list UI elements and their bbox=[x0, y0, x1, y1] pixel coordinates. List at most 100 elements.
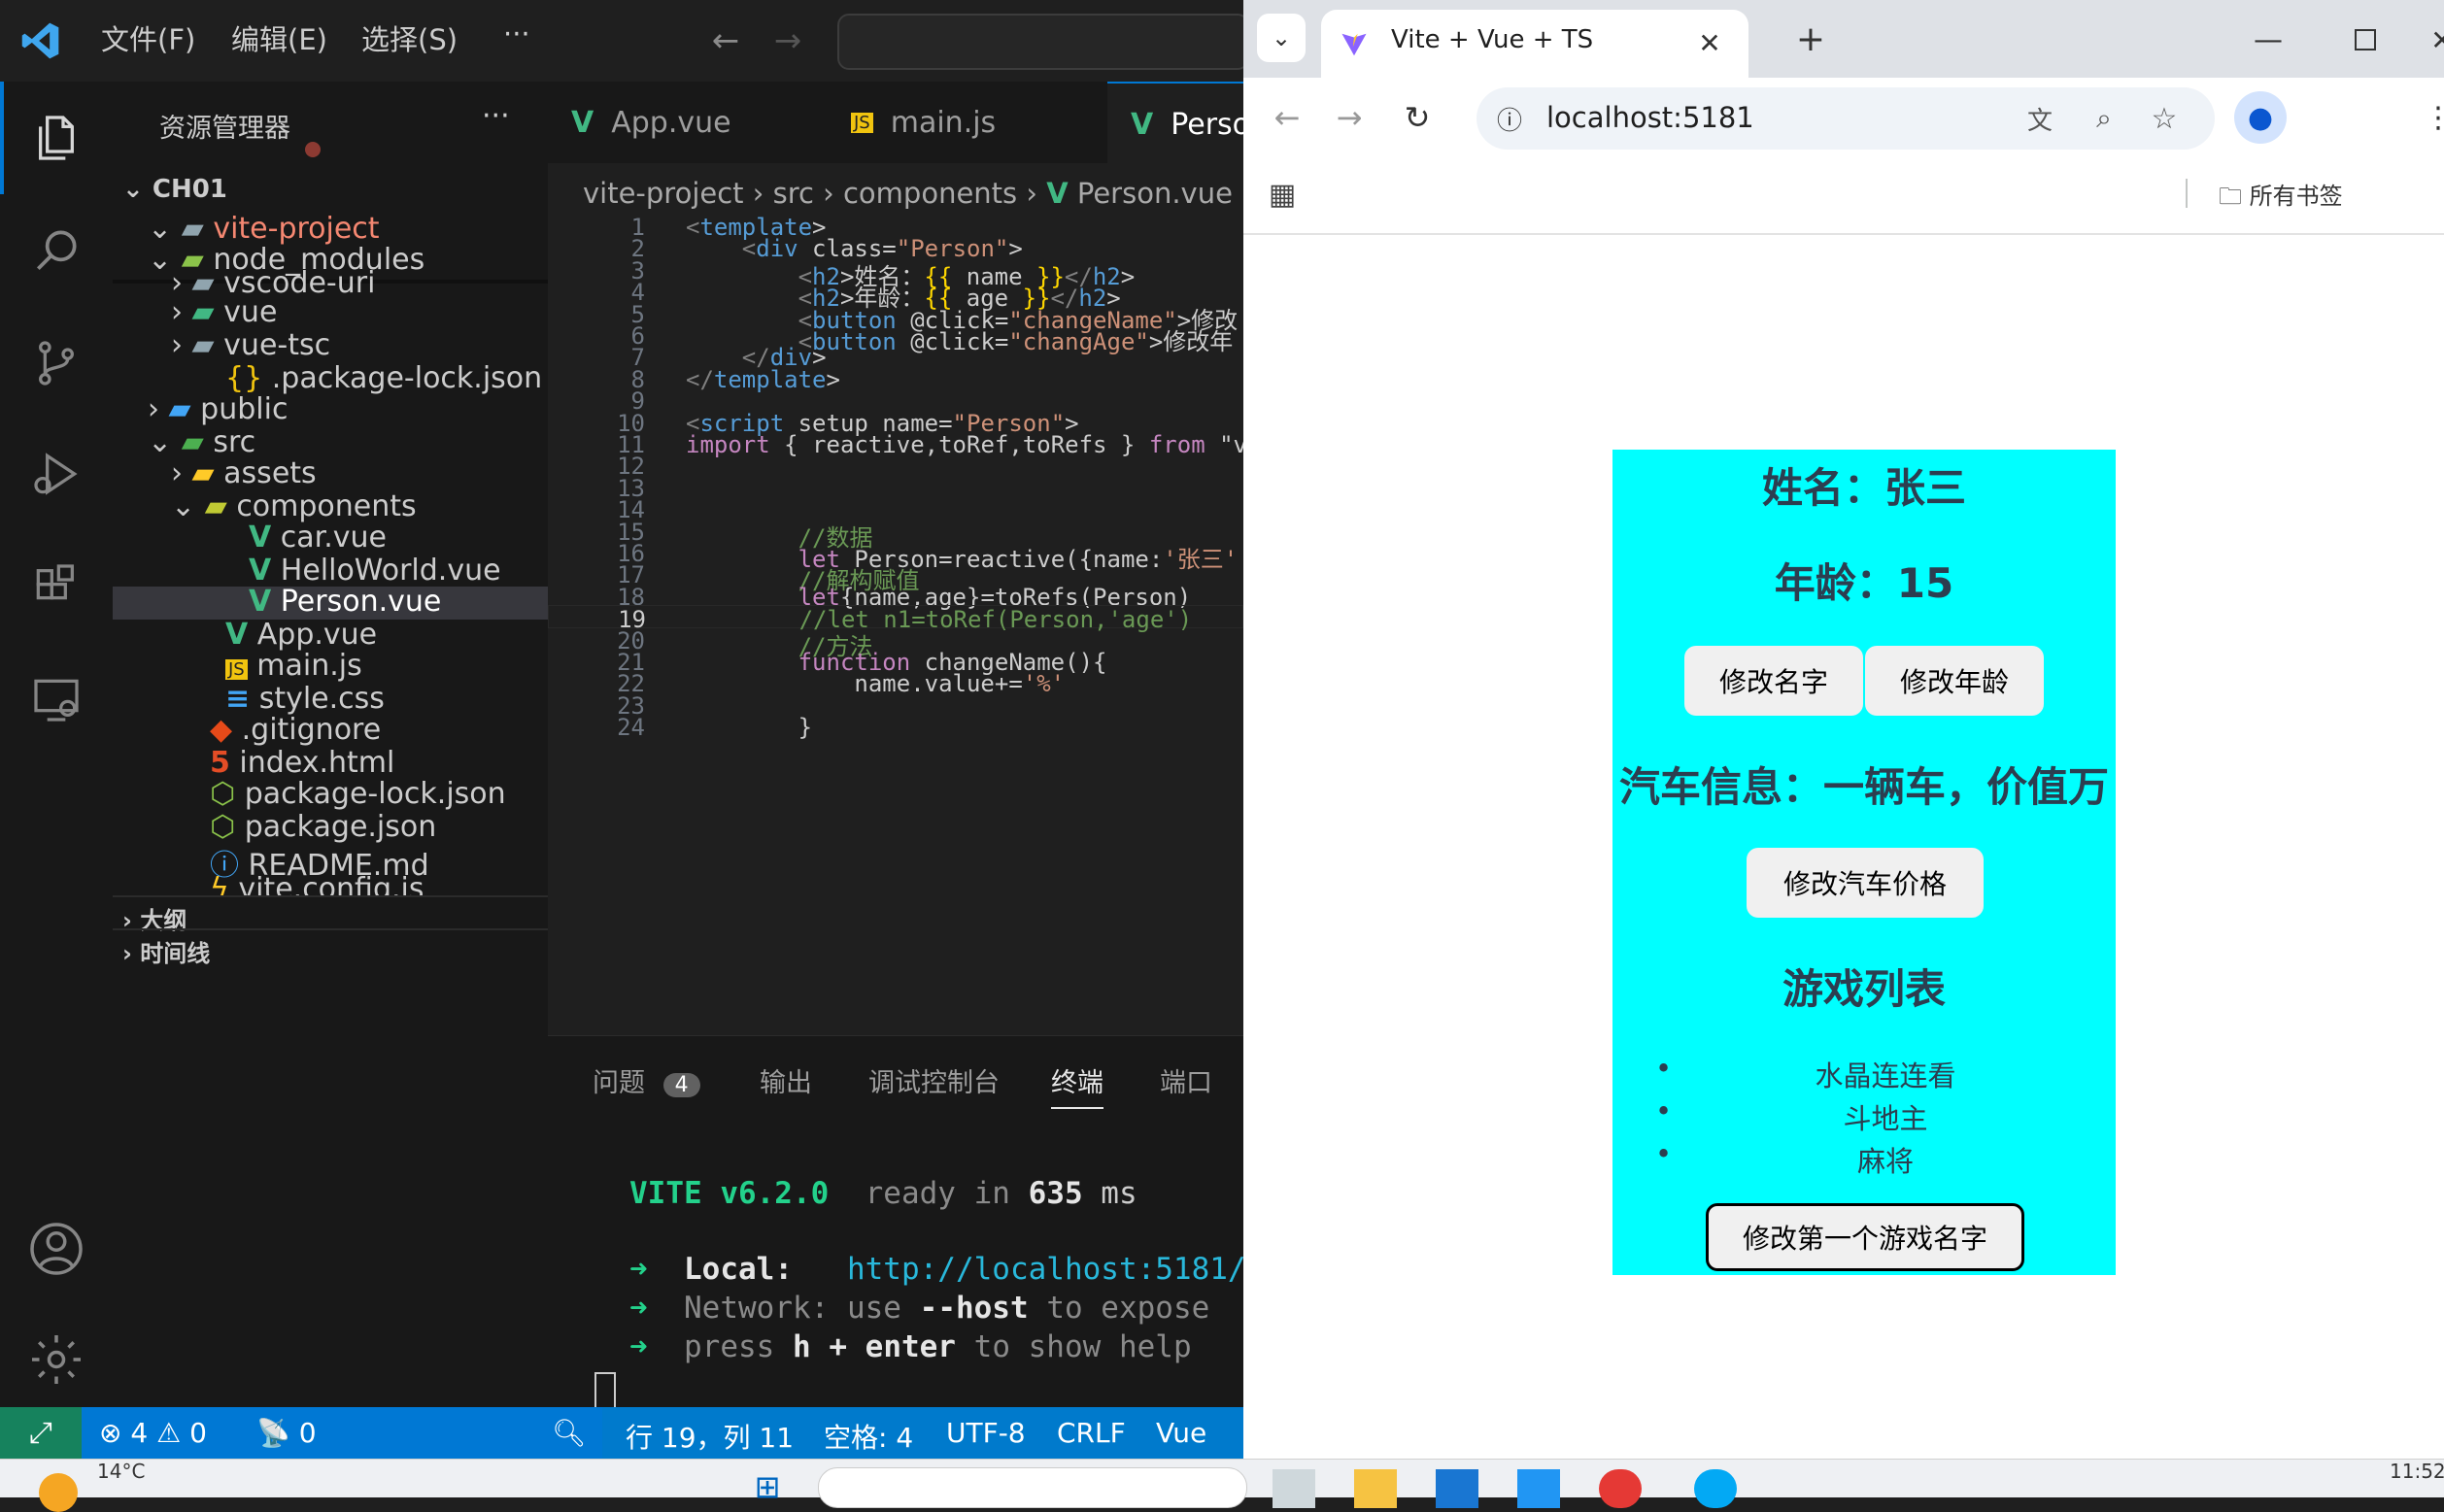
search-icon[interactable] bbox=[19, 214, 93, 287]
problems-status[interactable]: ⊗ 4 ⚠ 0 bbox=[99, 1417, 207, 1449]
tab-main-js[interactable]: JS main.js bbox=[851, 82, 996, 163]
tree-item-vue-folder[interactable]: › ▰ vue bbox=[171, 295, 277, 329]
code-line[interactable]: 5 <button @click="changeName">修改 bbox=[548, 301, 1243, 334]
code-line[interactable]: 9 bbox=[548, 387, 1243, 415]
profile-avatar-icon[interactable]: ● bbox=[2234, 91, 2287, 144]
weather-temp[interactable]: 14°C bbox=[97, 1460, 145, 1483]
workspace-root[interactable]: ⌄ CH01 bbox=[122, 175, 227, 204]
translate-icon[interactable]: 文 bbox=[2020, 99, 2059, 138]
language-mode[interactable]: Vue bbox=[1156, 1417, 1206, 1449]
breadcrumb-item[interactable]: src bbox=[773, 177, 814, 210]
code-line[interactable]: 24 } bbox=[548, 714, 1243, 741]
panel-tab-ports[interactable]: 端口 bbox=[1160, 1061, 1212, 1099]
tree-item-person-vue[interactable]: V Person.vue bbox=[249, 585, 441, 619]
close-tab-icon[interactable]: ✕ bbox=[1690, 23, 1729, 62]
tree-item-helloworld-vue[interactable]: V HelloWorld.vue bbox=[249, 554, 501, 588]
address-bar[interactable]: ⓘ localhost:5181 文 ⌕ ☆ bbox=[1477, 87, 2215, 150]
tree-item-package-json[interactable]: ⬡ package.json bbox=[210, 810, 436, 844]
tree-item-public[interactable]: › ▰ public bbox=[148, 392, 288, 426]
tree-item-main-js[interactable]: JS main.js bbox=[225, 649, 362, 683]
code-line[interactable]: 18 let{name,age}=toRefs(Person) bbox=[548, 584, 1243, 611]
source-control-icon[interactable] bbox=[19, 326, 93, 400]
bookmark-star-icon[interactable]: ☆ bbox=[2145, 99, 2184, 138]
code-line[interactable]: 10 <script setup name="Person"> bbox=[548, 410, 1243, 437]
menu-file[interactable]: 文件(F) bbox=[101, 17, 195, 58]
account-icon[interactable] bbox=[19, 1212, 93, 1286]
code-line[interactable]: 11 import { reactive,toRef,toRefs } from … bbox=[548, 431, 1243, 458]
menu-more[interactable]: ··· bbox=[503, 17, 530, 50]
close-window-icon[interactable]: ✕ bbox=[2423, 16, 2444, 64]
code-line[interactable]: 16 let Person=reactive({name:'张三' bbox=[548, 540, 1243, 573]
back-icon[interactable]: ← bbox=[1263, 93, 1311, 142]
settings-gear-icon[interactable] bbox=[19, 1323, 93, 1396]
tree-item-app-vue[interactable]: V App.vue bbox=[225, 618, 377, 652]
active-tab[interactable]: Vite + Vue + TS ✕ bbox=[1321, 10, 1748, 78]
menu-edit[interactable]: 编辑(E) bbox=[231, 17, 327, 58]
timeline-section[interactable]: › 时间线 bbox=[122, 934, 210, 968]
file-explorer-icon[interactable] bbox=[1354, 1469, 1397, 1508]
panel-tab-debug-console[interactable]: 调试控制台 bbox=[868, 1061, 1000, 1099]
code-line[interactable]: 3 <h2>姓名：{{ name }}</h2> bbox=[548, 257, 1243, 290]
site-info-icon[interactable]: ⓘ bbox=[1492, 101, 1527, 136]
tree-item-vscode-uri[interactable]: › ▰ vscode-uri bbox=[171, 266, 375, 293]
panel-tab-output[interactable]: 输出 bbox=[760, 1061, 812, 1099]
local-url-link[interactable]: http://localhost:5181/ bbox=[847, 1252, 1243, 1287]
change-first-game-button[interactable]: 修改第一个游戏名字 bbox=[1706, 1203, 2024, 1271]
code-line[interactable]: 1 <template> bbox=[548, 214, 1243, 241]
zoom-icon[interactable]: ⌕ bbox=[2085, 99, 2123, 138]
line-ending[interactable]: CRLF bbox=[1057, 1417, 1126, 1449]
indentation[interactable]: 空格: 4 bbox=[824, 1417, 913, 1456]
chrome-menu-icon[interactable]: ⋮ bbox=[2424, 91, 2444, 144]
back-arrow-icon[interactable]: ← bbox=[703, 21, 748, 60]
change-age-button[interactable]: 修改年龄 bbox=[1865, 646, 2044, 716]
explorer-more-button[interactable]: ··· bbox=[482, 99, 510, 133]
new-tab-plus-icon[interactable]: + bbox=[1787, 16, 1834, 62]
explorer-icon[interactable] bbox=[19, 101, 93, 175]
minimize-icon[interactable]: — bbox=[2244, 16, 2292, 64]
forward-icon[interactable]: → bbox=[1325, 93, 1374, 142]
code-line[interactable]: 22 name.value+='%' bbox=[548, 670, 1243, 697]
reload-icon[interactable]: ↻ bbox=[1393, 93, 1442, 142]
code-line[interactable]: 19 //let n1=toRef(Person,'age') bbox=[548, 605, 1243, 633]
windows-start-icon[interactable]: ⊞ bbox=[748, 1467, 787, 1506]
tree-item-package-lock[interactable]: ⬡ package-lock.json bbox=[210, 777, 506, 811]
tree-item-car-vue[interactable]: V car.vue bbox=[249, 521, 387, 554]
edge-icon[interactable] bbox=[1694, 1469, 1737, 1508]
breadcrumb-item[interactable]: vite-project bbox=[583, 177, 744, 210]
encoding[interactable]: UTF-8 bbox=[946, 1417, 1026, 1449]
code-line[interactable]: 21 function changeName(){ bbox=[548, 649, 1243, 676]
run-debug-icon[interactable] bbox=[19, 437, 93, 511]
weather-sun-icon[interactable] bbox=[39, 1473, 78, 1512]
breadcrumb-item[interactable]: components bbox=[843, 177, 1017, 210]
tree-item-index-html[interactable]: 5 index.html bbox=[210, 746, 394, 780]
code-line[interactable]: 23 bbox=[548, 692, 1243, 720]
code-line[interactable]: 15 //数据 bbox=[548, 519, 1243, 552]
extensions-icon[interactable] bbox=[19, 550, 93, 623]
url-text[interactable]: localhost:5181 bbox=[1546, 101, 1754, 134]
tree-item-vite-project[interactable]: ⌄ ▰ vite-project bbox=[148, 212, 380, 246]
all-bookmarks[interactable]: 🗀 所有书签 bbox=[2219, 177, 2343, 219]
code-editor[interactable]: 1 <template> 2 <div class="Person"> 3 <h2>姓… bbox=[548, 214, 1243, 1035]
panel-tab-problems[interactable]: 问题 4 bbox=[593, 1061, 700, 1099]
code-line[interactable]: 7 </div> bbox=[548, 344, 1243, 371]
change-car-price-button[interactable]: 修改汽车价格 bbox=[1747, 848, 1984, 918]
code-line[interactable]: 13 bbox=[548, 475, 1243, 502]
store-icon[interactable] bbox=[1436, 1469, 1478, 1508]
menu-selection[interactable]: 选择(S) bbox=[361, 17, 458, 58]
tab-person-vue[interactable]: V Person.vue bbox=[1107, 82, 1243, 165]
code-line[interactable]: 20 //方法 bbox=[548, 627, 1243, 660]
tree-item-vite-config[interactable]: ϟ vite.config.js bbox=[210, 872, 424, 895]
tree-item-vue-tsc[interactable]: › ▰ vue-tsc bbox=[171, 328, 330, 362]
maximize-icon[interactable] bbox=[2341, 16, 2390, 64]
code-line[interactable]: 4 <h2>年龄：{{ age }}</h2> bbox=[548, 279, 1243, 312]
code-line[interactable]: 8 </template> bbox=[548, 366, 1243, 393]
code-line[interactable]: 6 <button @click="changAge">修改年 bbox=[548, 322, 1243, 355]
tab-app-vue[interactable]: V App.vue bbox=[571, 82, 731, 163]
app-red-icon[interactable] bbox=[1599, 1469, 1642, 1508]
tree-item-style-css[interactable]: ≡ style.css bbox=[225, 682, 385, 716]
remote-explorer-icon[interactable] bbox=[19, 662, 93, 736]
ports-status[interactable]: 📡 0 bbox=[256, 1417, 317, 1449]
tree-item-gitignore[interactable]: ◆ .gitignore bbox=[210, 713, 381, 747]
zoom-icon[interactable]: 🔍︎ bbox=[552, 1417, 587, 1449]
breadcrumb-item[interactable]: Person.vue bbox=[1077, 177, 1233, 210]
